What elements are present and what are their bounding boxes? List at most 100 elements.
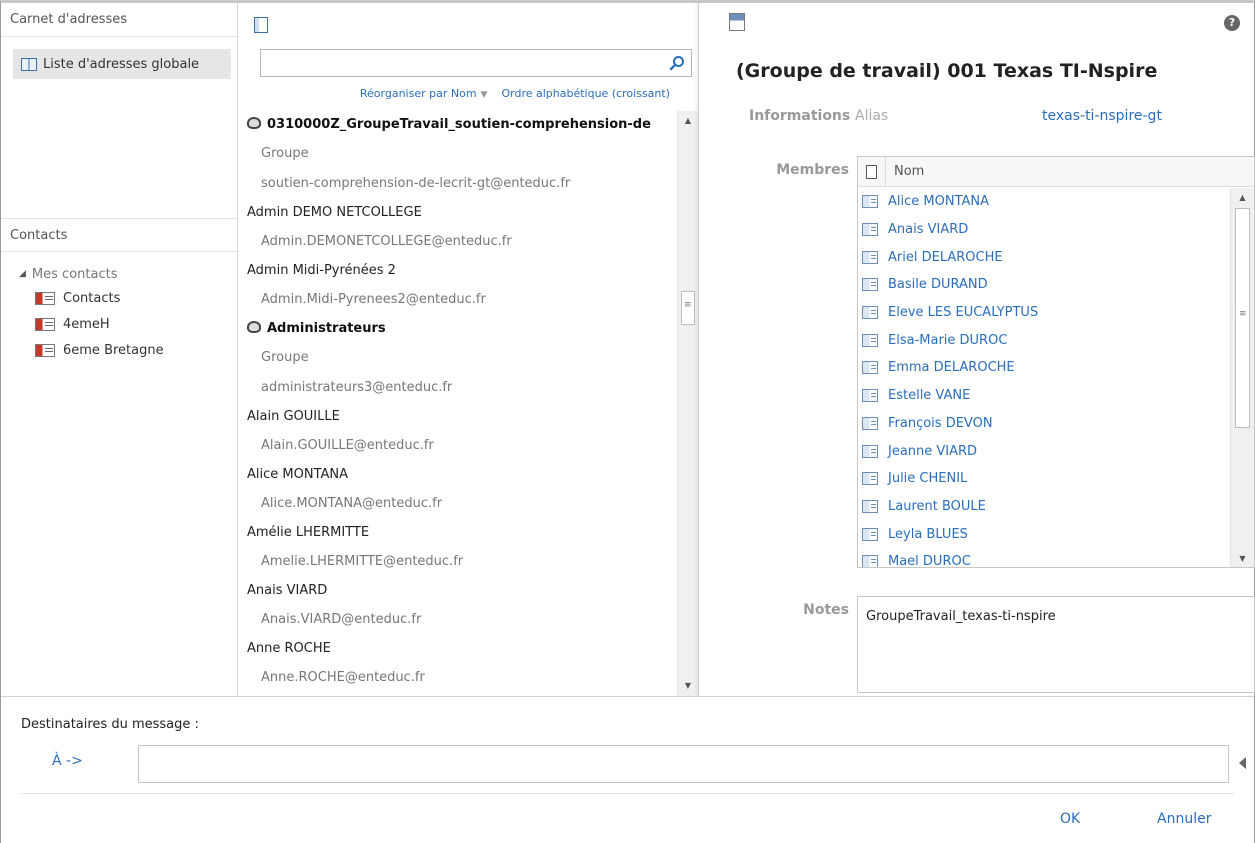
member-row[interactable]: Elsa-Marie DUROC xyxy=(858,326,1232,354)
document-icon xyxy=(866,164,877,179)
member-name: Anais VIARD xyxy=(888,222,969,238)
entry-email: Admin.Midi-Pyrenees2@enteduc.fr xyxy=(261,292,486,307)
entry-name: 0310000Z_GroupeTravail_soutien-comprehen… xyxy=(247,111,677,139)
entry-name: Alain GOUILLE xyxy=(247,409,340,424)
member-name: Alice MONTANA xyxy=(888,194,990,210)
contact-card-icon xyxy=(862,223,878,237)
address-book-dialog: Carnet d'adresses Liste d'adresses globa… xyxy=(0,0,1255,843)
member-row[interactable]: Jeanne VIARD xyxy=(858,437,1232,465)
entry-name: Admin Midi-Pyrénées 2 xyxy=(247,263,396,278)
members-name-column[interactable]: Nom xyxy=(886,164,924,179)
member-row[interactable]: Estelle VANE xyxy=(858,382,1232,410)
scroll-thumb[interactable] xyxy=(1235,208,1250,428)
member-row[interactable]: Emma DELAROCHE xyxy=(858,354,1232,382)
members-rows: Alice MONTANA Anais VIARD Ariel DELAROCH… xyxy=(858,188,1232,567)
help-icon[interactable]: ? xyxy=(1224,15,1240,31)
ok-button[interactable]: OK xyxy=(1060,811,1080,827)
search-input[interactable] xyxy=(261,50,691,76)
entry-name-text: Administrateurs xyxy=(267,321,386,336)
entry-email: Alain.GOUILLE@enteduc.fr xyxy=(261,438,434,453)
alias-label: Alias xyxy=(855,108,889,124)
contact-folder-contacts[interactable]: Contacts xyxy=(19,285,164,311)
list-item[interactable]: Anais VIARD Anais.VIARD@enteduc.fr xyxy=(247,577,677,635)
member-row[interactable]: Leyla BLUES xyxy=(858,520,1232,548)
entry-name: Alice MONTANA xyxy=(247,467,349,482)
contact-card-icon xyxy=(862,499,878,513)
contact-card-icon xyxy=(862,527,878,541)
list-item[interactable]: 0310000Z_GroupeTravail_soutien-comprehen… xyxy=(247,111,677,199)
contact-card-icon xyxy=(862,361,878,375)
entry-name-text: 0310000Z_GroupeTravail_soutien-comprehen… xyxy=(267,117,651,132)
member-row[interactable]: Ariel DELAROCHE xyxy=(858,243,1232,271)
list-item[interactable]: Administrateurs Groupe administrateurs3@… xyxy=(247,315,677,403)
entry-email: Amelie.LHERMITTE@enteduc.fr xyxy=(261,554,464,569)
members-scrollbar[interactable]: ▲ ▼ xyxy=(1230,188,1254,567)
list-scrollbar[interactable]: ▲ ▼ xyxy=(677,111,698,696)
member-row[interactable]: Anais VIARD xyxy=(858,216,1232,244)
member-name: Leyla BLUES xyxy=(888,526,968,542)
list-item[interactable]: Alain GOUILLE Alain.GOUILLE@enteduc.fr xyxy=(247,403,677,461)
alias-value[interactable]: texas-ti-nspire-gt xyxy=(1042,108,1162,124)
member-row[interactable]: Alice MONTANA xyxy=(858,188,1232,216)
entry-type: Groupe xyxy=(261,146,309,161)
member-row[interactable]: Eleve LES EUCALYPTUS xyxy=(858,299,1232,327)
member-name: Ariel DELAROCHE xyxy=(888,249,1003,265)
sort-order-link[interactable]: Ordre alphabétique (croissant) xyxy=(501,87,670,100)
list-item[interactable]: Amélie LHERMITTE Amelie.LHERMITTE@entedu… xyxy=(247,519,677,577)
member-row[interactable]: Julie CHENIL xyxy=(858,465,1232,493)
group-icon xyxy=(247,117,261,129)
contact-card-icon xyxy=(862,306,878,320)
member-name: Laurent BOULE xyxy=(888,498,986,514)
scroll-down-icon[interactable]: ▼ xyxy=(1231,551,1254,567)
member-name: Basile DURAND xyxy=(888,277,988,293)
entry-name: Admin DEMO NETCOLLEGE xyxy=(247,205,422,220)
contact-card-icon xyxy=(862,416,878,430)
list-item[interactable]: Alice MONTANA Alice.MONTANA@enteduc.fr xyxy=(247,461,677,519)
contact-card-icon xyxy=(862,195,878,209)
member-name: Jeanne VIARD xyxy=(888,443,978,459)
members-type-column[interactable] xyxy=(858,157,886,187)
contact-folder-6eme-bretagne[interactable]: 6eme Bretagne xyxy=(19,337,164,363)
sort-by-dropdown[interactable]: Réorganiser par Nom ▼ xyxy=(360,87,488,100)
member-row[interactable]: Mael DUROC xyxy=(858,548,1232,567)
contact-folder-label: 4emeH xyxy=(63,316,110,332)
scroll-thumb[interactable] xyxy=(681,291,695,325)
contact-folder-4emeh[interactable]: 4emeH xyxy=(19,311,164,337)
contacts-tree: ◢ Mes contacts Contacts 4emeH 6eme Breta… xyxy=(19,263,164,363)
contact-card-icon xyxy=(35,317,55,331)
cancel-button[interactable]: Annuler xyxy=(1157,811,1211,827)
dropdown-caret-icon: ▼ xyxy=(480,90,488,100)
search-icon[interactable] xyxy=(669,55,685,71)
contact-card-icon xyxy=(35,291,55,305)
scroll-up-icon[interactable]: ▲ xyxy=(678,113,698,129)
member-row[interactable]: Basile DURAND xyxy=(858,271,1232,299)
entry-type: Groupe xyxy=(261,350,309,365)
toggle-pane-icon[interactable] xyxy=(254,17,268,33)
member-name: Julie CHENIL xyxy=(888,471,968,487)
member-row[interactable]: François DEVON xyxy=(858,410,1232,438)
recipients-area: Destinataires du message : À -> OK Annul… xyxy=(1,696,1254,843)
entry-name: Amélie LHERMITTE xyxy=(247,525,370,540)
contact-card-icon xyxy=(862,389,878,403)
address-book-icon xyxy=(21,57,37,71)
search-box[interactable] xyxy=(260,49,692,77)
list-item[interactable]: Admin Midi-Pyrénées 2 Admin.Midi-Pyrenee… xyxy=(247,257,677,315)
entry-email: administrateurs3@enteduc.fr xyxy=(261,380,453,395)
list-item[interactable]: Anne ROCHE Anne.ROCHE@enteduc.fr xyxy=(247,635,677,693)
scroll-up-icon[interactable]: ▲ xyxy=(1231,190,1254,206)
collapse-triangle-icon[interactable]: ◢ xyxy=(19,269,26,279)
to-button[interactable]: À -> xyxy=(52,753,83,769)
contact-card-icon xyxy=(862,555,878,567)
list-item[interactable]: Admin DEMO NETCOLLEGE Admin.DEMONETCOLLE… xyxy=(247,199,677,257)
contact-card-icon xyxy=(862,250,878,264)
scroll-down-icon[interactable]: ▼ xyxy=(678,678,698,694)
entry-name: Anne ROCHE xyxy=(247,641,331,656)
member-row[interactable]: Laurent BOULE xyxy=(858,493,1232,521)
print-icon[interactable] xyxy=(729,13,745,31)
my-contacts-node[interactable]: ◢ Mes contacts xyxy=(19,263,164,285)
global-address-list-item[interactable]: Liste d'adresses globale xyxy=(13,49,231,79)
expand-arrow-icon[interactable] xyxy=(1239,757,1246,769)
to-recipients-input[interactable] xyxy=(138,745,1229,783)
contact-card-icon xyxy=(862,278,878,292)
entry-email: Admin.DEMONETCOLLEGE@enteduc.fr xyxy=(261,234,512,249)
